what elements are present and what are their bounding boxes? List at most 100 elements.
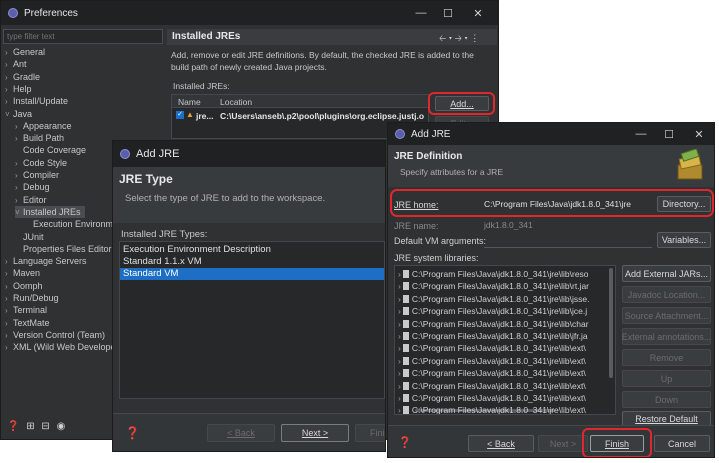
expand-arrow-icon[interactable]: › bbox=[5, 59, 13, 71]
tree-item[interactable]: › Oomph bbox=[5, 280, 43, 292]
expand-arrow-icon[interactable]: › bbox=[5, 47, 13, 59]
minimize-icon[interactable]: — bbox=[626, 123, 656, 145]
library-item[interactable]: › C:\Program Files\Java\jdk1.8.0_341\jre\… bbox=[395, 293, 607, 306]
minimize-icon[interactable]: — bbox=[406, 1, 436, 25]
tree-item[interactable]: › Build Path bbox=[15, 132, 64, 144]
libraries-scrollbar[interactable] bbox=[609, 268, 613, 378]
library-item[interactable]: › C:\Program Files\Java\jdk1.8.0_341\jre\… bbox=[395, 305, 607, 318]
close-icon[interactable]: ✕ bbox=[463, 1, 493, 25]
up-button[interactable]: Up bbox=[622, 370, 711, 387]
jre-home-input[interactable]: C:\Program Files\Java\jdk1.8.0_341\jre bbox=[484, 197, 652, 212]
vm-args-input[interactable] bbox=[484, 233, 652, 248]
maximize-icon[interactable]: ☐ bbox=[654, 123, 684, 145]
tree-item[interactable]: › General bbox=[5, 46, 45, 58]
expand-arrow-icon[interactable]: ˅ bbox=[15, 207, 23, 219]
expand-arrow-icon[interactable]: › bbox=[5, 293, 13, 305]
remove-button[interactable]: Remove bbox=[622, 349, 711, 366]
next-button[interactable]: Next > bbox=[281, 424, 349, 442]
expand-arrow-icon[interactable]: › bbox=[398, 306, 401, 316]
tree-item[interactable]: › Code Style bbox=[15, 157, 67, 169]
expand-arrow-icon[interactable]: › bbox=[15, 170, 23, 182]
add-external-jars-button[interactable]: Add External JARs... bbox=[622, 265, 711, 282]
expand-arrow-icon[interactable]: › bbox=[5, 318, 13, 330]
expand-arrow-icon[interactable]: › bbox=[398, 356, 401, 366]
column-name-header[interactable]: Name bbox=[178, 97, 201, 107]
variables-button[interactable]: Variables... bbox=[657, 232, 711, 248]
library-item[interactable]: › C:\Program Files\Java\jdk1.8.0_341\jre\… bbox=[395, 268, 607, 281]
record-icon[interactable]: ◉ bbox=[57, 421, 66, 432]
expand-arrow-icon[interactable]: › bbox=[5, 342, 13, 354]
jre-type-item[interactable]: Execution Environment Description bbox=[120, 244, 384, 256]
expand-arrow-icon[interactable]: › bbox=[15, 121, 23, 133]
tree-item[interactable]: › Compiler bbox=[15, 169, 59, 181]
directory-button[interactable]: Directory... bbox=[657, 196, 711, 212]
expand-arrow-icon[interactable]: › bbox=[5, 330, 13, 342]
expand-arrow-icon[interactable]: › bbox=[398, 319, 401, 329]
javadoc-location-button[interactable]: Javadoc Location... bbox=[622, 286, 711, 303]
library-item[interactable]: › C:\Program Files\Java\jdk1.8.0_341\jre\… bbox=[395, 355, 607, 368]
close-icon[interactable]: ✕ bbox=[684, 123, 714, 145]
tree-item[interactable]: › XML (Wild Web Develope bbox=[5, 341, 116, 353]
library-item[interactable]: › C:\Program Files\Java\jdk1.8.0_341\jre\… bbox=[395, 392, 607, 405]
expand-arrow-icon[interactable]: › bbox=[398, 381, 401, 391]
tree-item[interactable]: ˅ Java bbox=[5, 108, 32, 120]
tree-item[interactable]: › Appearance bbox=[15, 120, 72, 132]
expand-arrow-icon[interactable]: › bbox=[398, 281, 401, 291]
expand-arrow-icon[interactable]: › bbox=[5, 268, 13, 280]
column-location-header[interactable]: Location bbox=[220, 97, 252, 107]
tree-item[interactable]: Properties Files Editor bbox=[15, 243, 112, 255]
expand-arrow-icon[interactable]: › bbox=[15, 195, 23, 207]
tree-item[interactable]: › TextMate bbox=[5, 317, 50, 329]
tree-item[interactable]: › Debug bbox=[15, 181, 50, 193]
maximize-icon[interactable]: ☐ bbox=[433, 1, 463, 25]
expand-arrow-icon[interactable]: › bbox=[398, 269, 401, 279]
library-item[interactable]: › C:\Program Files\Java\jdk1.8.0_341\jre\… bbox=[395, 330, 607, 343]
library-item[interactable]: › C:\Program Files\Java\jdk1.8.0_341\jre\… bbox=[395, 342, 607, 355]
tree-item[interactable]: › Language Servers bbox=[5, 255, 87, 267]
filter-input[interactable] bbox=[3, 29, 163, 44]
tree-item[interactable]: Code Coverage bbox=[15, 144, 86, 156]
source-attachment-button[interactable]: Source Attachment... bbox=[622, 307, 711, 324]
jre-name-input[interactable]: jdk1.8.0_341 bbox=[484, 219, 634, 231]
tree-item[interactable]: ˅ Installed JREs bbox=[15, 205, 85, 219]
tree-item[interactable]: › Editor bbox=[15, 194, 47, 206]
expand-arrow-icon[interactable]: › bbox=[5, 305, 13, 317]
expand-arrow-icon[interactable]: › bbox=[15, 158, 23, 170]
tree-item[interactable]: › Gradle bbox=[5, 71, 40, 83]
table-row[interactable]: ✓ ▲ jre... C:\Users\anseb\.p2\pool\plugi… bbox=[172, 109, 430, 122]
back-button[interactable]: < Back bbox=[207, 424, 275, 442]
checkbox-checked-icon[interactable]: ✓ bbox=[176, 111, 184, 119]
expand-arrow-icon[interactable]: › bbox=[398, 294, 401, 304]
expand-arrow-icon[interactable]: › bbox=[5, 72, 13, 84]
expand-arrow-icon[interactable]: › bbox=[15, 133, 23, 145]
library-item[interactable]: › C:\Program Files\Java\jdk1.8.0_341\jre\… bbox=[395, 404, 607, 414]
export-icon[interactable]: ⊟ bbox=[41, 421, 49, 432]
down-button[interactable]: Down bbox=[622, 391, 711, 408]
expand-arrow-icon[interactable]: › bbox=[5, 96, 13, 108]
nav-arrows-icon[interactable]: 🡠 ▾ 🡢 ▾ ⋮ bbox=[439, 31, 479, 47]
add-jre-button[interactable]: Add... bbox=[435, 96, 489, 111]
expand-arrow-icon[interactable]: › bbox=[398, 393, 401, 403]
tree-item[interactable]: › Version Control (Team) bbox=[5, 329, 105, 341]
import-icon[interactable]: ⊞ bbox=[26, 421, 34, 432]
library-item[interactable]: › C:\Program Files\Java\jdk1.8.0_341\jre\… bbox=[395, 367, 607, 380]
back-button[interactable]: < Back bbox=[468, 435, 534, 452]
tree-item[interactable]: › Maven bbox=[5, 267, 40, 279]
expand-arrow-icon[interactable]: › bbox=[398, 405, 401, 414]
library-item[interactable]: › C:\Program Files\Java\jdk1.8.0_341\jre\… bbox=[395, 280, 607, 293]
expand-arrow-icon[interactable]: › bbox=[398, 331, 401, 341]
library-item[interactable]: › C:\Program Files\Java\jdk1.8.0_341\jre\… bbox=[395, 380, 607, 393]
cancel-button[interactable]: Cancel bbox=[654, 435, 710, 452]
expand-arrow-icon[interactable]: › bbox=[398, 343, 401, 353]
expand-arrow-icon[interactable]: › bbox=[5, 281, 13, 293]
finish-button[interactable]: Finish bbox=[590, 435, 644, 452]
external-annotations-button[interactable]: External annotations... bbox=[622, 328, 711, 345]
tree-item[interactable]: › Install/Update bbox=[5, 95, 68, 107]
tree-item[interactable]: › Run/Debug bbox=[5, 292, 59, 304]
next-button[interactable]: Next > bbox=[538, 435, 588, 452]
tree-item[interactable]: › Ant bbox=[5, 58, 27, 70]
expand-arrow-icon[interactable]: › bbox=[398, 368, 401, 378]
help-icon[interactable]: ❓ bbox=[125, 426, 140, 440]
tree-item[interactable]: Execution Environm bbox=[25, 218, 113, 230]
jre-type-item[interactable]: Standard VM bbox=[120, 268, 384, 280]
